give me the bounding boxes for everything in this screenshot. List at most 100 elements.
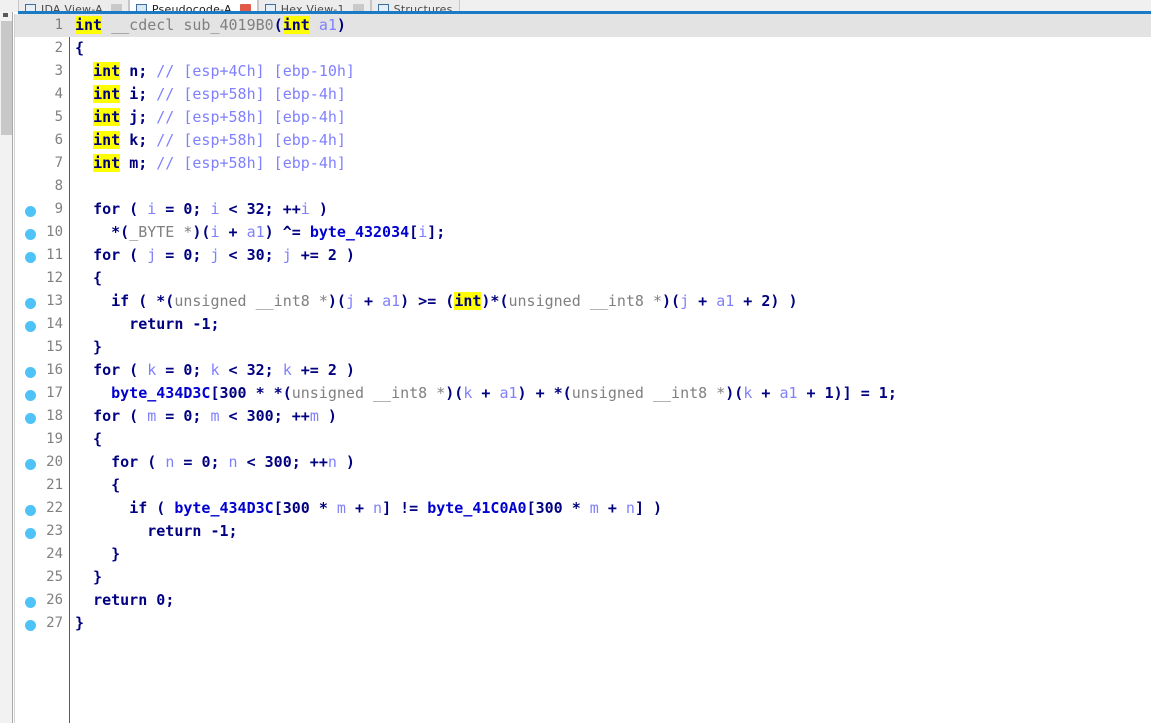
code-line[interactable]: 2{: [15, 37, 1151, 60]
code-listing[interactable]: 1 int __cdecl sub_4019B0(int a1) 2{3 int n…: [15, 14, 1151, 635]
breakpoint-dot-icon[interactable]: [25, 413, 36, 424]
token-num: 300: [282, 499, 310, 517]
token-kwp: for: [93, 361, 121, 379]
code-line[interactable]: 18 for ( m = 0; m < 300; ++m ): [15, 405, 1151, 428]
code-line[interactable]: 16 for ( k = 0; k < 32; k += 2 ): [15, 359, 1151, 382]
scrollbar-thumb[interactable]: [1, 21, 12, 135]
code-line[interactable]: 15 }: [15, 336, 1151, 359]
code-line[interactable]: 9 for ( i = 0; i < 32; ++i ): [15, 198, 1151, 221]
line-source[interactable]: }: [69, 612, 1151, 635]
token-punc: )(: [445, 384, 464, 402]
line-source[interactable]: if ( byte_434D3C[300 * m + n] != byte_41…: [69, 497, 1151, 520]
token-punc: ;: [887, 384, 897, 402]
code-line[interactable]: 10 *(_BYTE *)(i + a1) ^= byte_432034[i];: [15, 221, 1151, 244]
line-source[interactable]: for ( i = 0; i < 32; ++i ): [69, 198, 1151, 221]
token-plain: m;: [129, 154, 148, 172]
code-line[interactable]: 3 int n; // [esp+4Ch] [ebp-10h]: [15, 60, 1151, 83]
breakpoint-dot-icon[interactable]: [25, 321, 36, 332]
line-source[interactable]: int __cdecl sub_4019B0(int a1): [69, 14, 1151, 37]
code-line[interactable]: 5 int j; // [esp+58h] [ebp-4h]: [15, 106, 1151, 129]
code-line[interactable]: 27}: [15, 612, 1151, 635]
line-source[interactable]: for ( k = 0; k < 32; k += 2 ): [69, 359, 1151, 382]
code-line[interactable]: 25 }: [15, 566, 1151, 589]
line-source[interactable]: {: [69, 37, 1151, 60]
line-source[interactable]: }: [69, 543, 1151, 566]
breakpoint-dot-icon[interactable]: [25, 459, 36, 470]
code-line[interactable]: 8: [15, 175, 1151, 198]
token-num: 300: [535, 499, 563, 517]
token-punc: (: [120, 200, 148, 218]
token-punc: )] =: [833, 384, 879, 402]
code-line[interactable]: 12 {: [15, 267, 1151, 290]
breakpoint-dot-icon[interactable]: [25, 206, 36, 217]
token-punc: ;: [192, 200, 211, 218]
token-punc: +: [345, 499, 374, 517]
line-source[interactable]: return -1;: [69, 520, 1151, 543]
code-line[interactable]: 23 return -1;: [15, 520, 1151, 543]
code-line[interactable]: 6 int k; // [esp+58h] [ebp-4h]: [15, 129, 1151, 152]
line-number: 27: [46, 615, 63, 631]
code-line[interactable]: 21 {: [15, 474, 1151, 497]
token-punc: *: [562, 499, 590, 517]
token-var: i: [418, 223, 428, 241]
breakpoint-dot-icon[interactable]: [25, 229, 36, 240]
breakpoint-dot-icon[interactable]: [25, 298, 36, 309]
code-line[interactable]: 24 }: [15, 543, 1151, 566]
token-var: a1: [246, 223, 265, 241]
code-line[interactable]: 4 int i; // [esp+58h] [ebp-4h]: [15, 83, 1151, 106]
code-line[interactable]: 7 int m; // [esp+58h] [ebp-4h]: [15, 152, 1151, 175]
token-punc: ): [336, 16, 346, 34]
token-kwp: return: [93, 591, 148, 609]
line-source[interactable]: return -1;: [69, 313, 1151, 336]
breakpoint-dot-icon[interactable]: [25, 528, 36, 539]
line-source[interactable]: if ( *(unsigned __int8 *)(j + a1) >= (in…: [69, 290, 1151, 313]
outer-vertical-scrollbar[interactable]: [0, 0, 13, 723]
token-punc: <: [219, 200, 247, 218]
code-line[interactable]: 17 byte_434D3C[300 * *(unsigned __int8 *…: [15, 382, 1151, 405]
line-number: 5: [54, 109, 63, 125]
line-source[interactable]: int m; // [esp+58h] [ebp-4h]: [69, 152, 1151, 175]
breakpoint-dot-icon[interactable]: [25, 390, 36, 401]
code-line[interactable]: 11 for ( j = 0; j < 30; j += 2 ): [15, 244, 1151, 267]
token-punc: ;: [210, 315, 220, 333]
line-source[interactable]: int n; // [esp+4Ch] [ebp-10h]: [69, 60, 1151, 83]
token-kwp: if: [111, 292, 130, 310]
line-source[interactable]: byte_434D3C[300 * *(unsigned __int8 *)(k…: [69, 382, 1151, 405]
token-punc: )(: [725, 384, 744, 402]
line-source[interactable]: }: [69, 566, 1151, 589]
code-line[interactable]: 19 {: [15, 428, 1151, 451]
breakpoint-dot-icon[interactable]: [25, 367, 36, 378]
token-gry: _BYTE: [129, 223, 175, 241]
line-source[interactable]: {: [69, 474, 1151, 497]
token-gry: *: [716, 384, 726, 402]
pseudocode-editor[interactable]: 1 int __cdecl sub_4019B0(int a1) 2{3 int n…: [14, 14, 1151, 723]
code-line[interactable]: 22 if ( byte_434D3C[300 * m + n] != byte…: [15, 497, 1151, 520]
code-line[interactable]: 20 for ( n = 0; n < 300; ++n ): [15, 451, 1151, 474]
line-source[interactable]: int i; // [esp+58h] [ebp-4h]: [69, 83, 1151, 106]
scroll-up-arrow-icon[interactable]: [3, 13, 8, 17]
breakpoint-dot-icon[interactable]: [25, 252, 36, 263]
line-source[interactable]: for ( m = 0; m < 300; ++m ): [69, 405, 1151, 428]
line-source[interactable]: {: [69, 267, 1151, 290]
line-source[interactable]: return 0;: [69, 589, 1151, 612]
line-source[interactable]: for ( n = 0; n < 300; ++n ): [69, 451, 1151, 474]
line-source[interactable]: for ( j = 0; j < 30; j += 2 ): [69, 244, 1151, 267]
code-line[interactable]: 26 return 0;: [15, 589, 1151, 612]
line-source[interactable]: int j; // [esp+58h] [ebp-4h]: [69, 106, 1151, 129]
line-source[interactable]: *(_BYTE *)(i + a1) ^= byte_432034[i];: [69, 221, 1151, 244]
breakpoint-dot-icon[interactable]: [25, 597, 36, 608]
code-line[interactable]: 14 return -1;: [15, 313, 1151, 336]
token-kwp: return: [147, 522, 202, 540]
code-line[interactable]: 1 int __cdecl sub_4019B0(int a1): [15, 14, 1151, 37]
token-punc: )(: [662, 292, 681, 310]
line-source[interactable]: {: [69, 428, 1151, 451]
line-source[interactable]: int k; // [esp+58h] [ebp-4h]: [69, 129, 1151, 152]
breakpoint-dot-icon[interactable]: [25, 620, 36, 631]
line-number: 7: [54, 155, 63, 171]
token-punc: ): [309, 200, 328, 218]
line-source[interactable]: }: [69, 336, 1151, 359]
code-line[interactable]: 13 if ( *(unsigned __int8 *)(j + a1) >= …: [15, 290, 1151, 313]
line-number: 1: [54, 17, 63, 33]
breakpoint-dot-icon[interactable]: [25, 505, 36, 516]
